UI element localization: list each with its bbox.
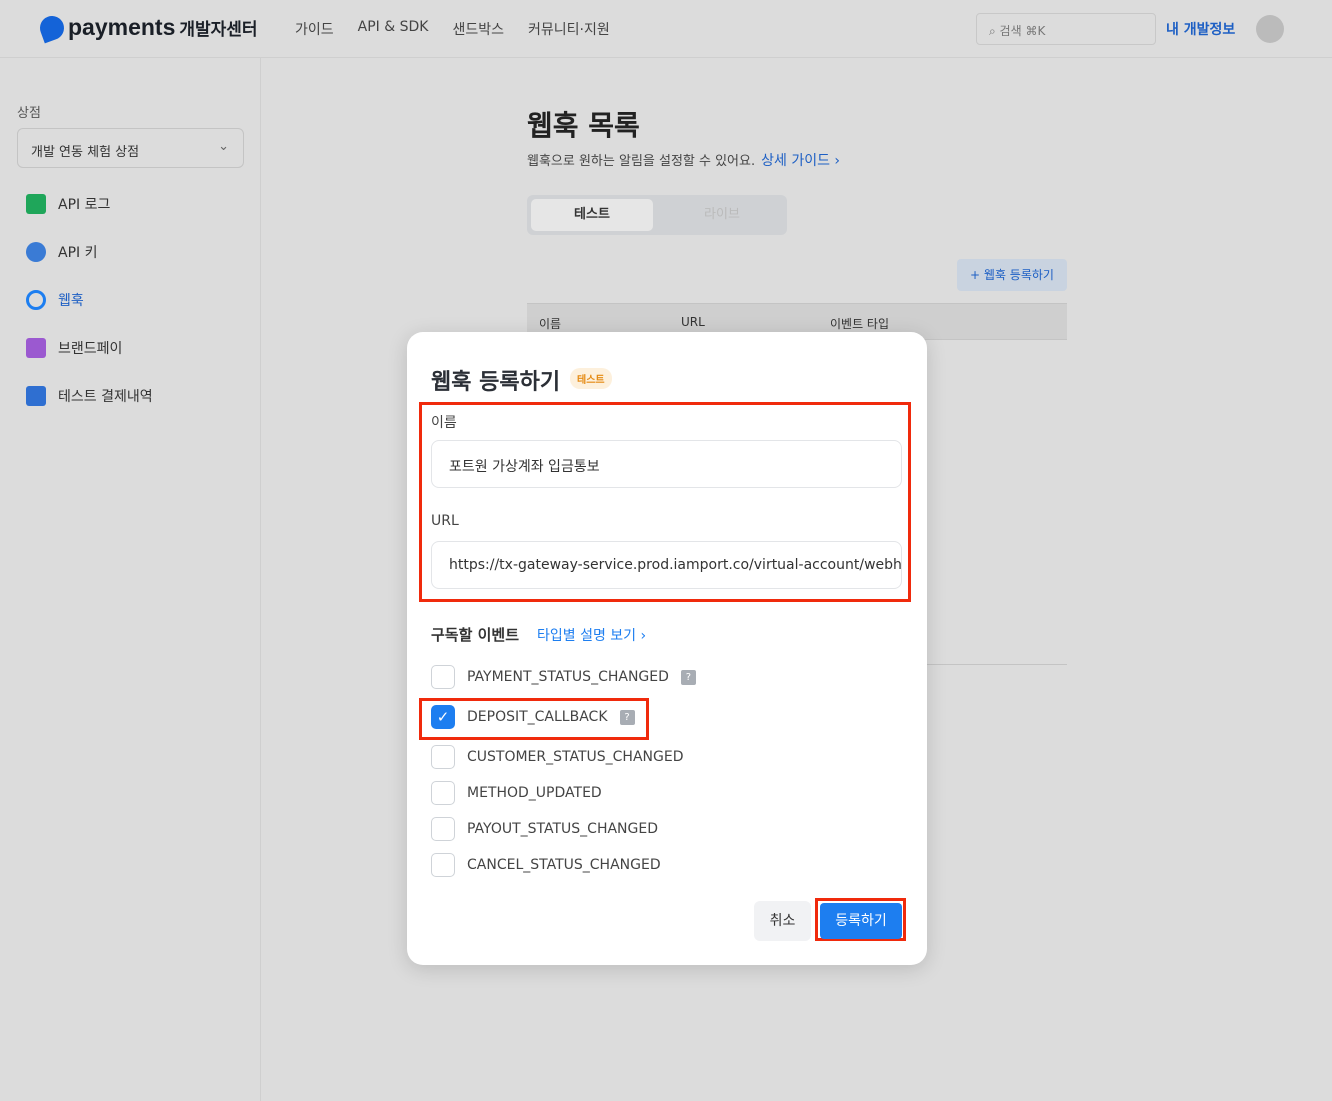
sidebar-item-api-log[interactable]: API 로그 <box>26 194 110 214</box>
main-nav: 가이드 API & SDK 샌드박스 커뮤니티·지원 <box>295 19 610 39</box>
submit-button[interactable]: 등록하기 <box>820 903 902 939</box>
sidebar-item-test-payments[interactable]: 테스트 결제내역 <box>26 386 153 406</box>
register-webhook-modal: 웹훅 등록하기 테스트 이름 포트원 가상계좌 입금통보 URL https:/… <box>407 332 927 965</box>
url-label: URL <box>431 513 459 529</box>
logo-mark-icon <box>36 12 68 43</box>
event-payout-status-changed[interactable]: PAYOUT_STATUS_CHANGED <box>431 817 658 841</box>
nav-sandbox[interactable]: 샌드박스 <box>452 19 504 39</box>
env-tabs: 테스트 라이브 <box>527 195 787 235</box>
search-icon: ⌕ <box>989 24 1000 38</box>
event-method-updated[interactable]: METHOD_UPDATED <box>431 781 602 805</box>
cancel-button[interactable]: 취소 <box>754 901 811 941</box>
tab-test[interactable]: 테스트 <box>531 199 653 231</box>
sidebar-item-label: 브랜드페이 <box>58 341 123 357</box>
brandpay-icon <box>26 338 46 358</box>
sidebar-item-label: API 로그 <box>58 197 111 213</box>
check-icon: ✓ <box>436 708 450 726</box>
page-subtitle: 웹훅으로 원하는 알림을 설정할 수 있어요. 상세 가이드 › <box>527 150 840 170</box>
modal-title: 웹훅 등록하기 <box>431 370 561 395</box>
event-types-link[interactable]: 타입별 설명 보기 › <box>537 625 646 645</box>
receipt-icon <box>26 386 46 406</box>
divider <box>927 664 1067 665</box>
event-customer-status-changed[interactable]: CUSTOMER_STATUS_CHANGED <box>431 745 684 769</box>
event-deposit-callback[interactable]: ✓ DEPOSIT_CALLBACK? <box>431 705 635 729</box>
event-payment-status-changed[interactable]: PAYMENT_STATUS_CHANGED? <box>431 665 696 689</box>
top-bar: payments 개발자센터 가이드 API & SDK 샌드박스 커뮤니티·지… <box>0 0 1332 58</box>
sidebar-item-label: API 키 <box>58 245 98 261</box>
column-url: URL <box>681 315 705 329</box>
events-label: 구독할 이벤트 <box>431 626 520 644</box>
name-label: 이름 <box>431 415 457 431</box>
avatar[interactable] <box>1256 15 1284 43</box>
help-icon[interactable]: ? <box>619 709 635 725</box>
search-placeholder: 검색 ⌘K <box>999 24 1046 38</box>
checkbox-checked[interactable]: ✓ <box>431 705 455 729</box>
store-value: 개발 연동 체험 상점 <box>31 145 140 160</box>
log-icon <box>26 194 46 214</box>
checkbox[interactable] <box>431 781 455 805</box>
sidebar-item-api-key[interactable]: API 키 <box>26 242 97 262</box>
add-webhook-button[interactable]: + 웹훅 등록하기 <box>957 259 1067 291</box>
sidebar-item-webhook[interactable]: 웹훅 <box>26 290 84 310</box>
event-label: CUSTOMER_STATUS_CHANGED <box>467 749 684 765</box>
nav-api-sdk[interactable]: API & SDK <box>358 19 429 39</box>
logo[interactable]: payments 개발자센터 <box>36 12 258 43</box>
nav-community[interactable]: 커뮤니티·지원 <box>528 19 610 39</box>
nav-guide[interactable]: 가이드 <box>295 19 334 39</box>
name-input[interactable]: 포트원 가상계좌 입금통보 <box>431 440 902 488</box>
column-name: 이름 <box>539 317 562 331</box>
sidebar-item-label: 웹훅 <box>58 293 84 309</box>
env-badge: 테스트 <box>570 368 612 389</box>
key-icon <box>26 242 46 262</box>
sync-icon <box>26 290 46 310</box>
store-label: 상점 <box>17 106 41 121</box>
sidebar-item-label: 테스트 결제내역 <box>58 389 153 405</box>
my-info-link[interactable]: 내 개발정보 <box>1166 19 1235 39</box>
tab-live[interactable]: 라이브 <box>661 199 783 231</box>
event-label: PAYMENT_STATUS_CHANGED <box>467 669 669 685</box>
search-input[interactable]: ⌕ 검색 ⌘K <box>976 13 1156 45</box>
logo-subtext: 개발자센터 <box>179 20 258 40</box>
logo-text: payments <box>68 14 176 40</box>
page-title: 웹훅 목록 <box>527 109 640 142</box>
event-label: CANCEL_STATUS_CHANGED <box>467 857 661 873</box>
event-label: DEPOSIT_CALLBACK <box>467 709 608 725</box>
guide-link[interactable]: 상세 가이드 › <box>761 153 840 169</box>
store-select[interactable]: 개발 연동 체험 상점 ⌄ <box>17 128 244 168</box>
event-label: METHOD_UPDATED <box>467 785 602 801</box>
event-cancel-status-changed[interactable]: CANCEL_STATUS_CHANGED <box>431 853 661 877</box>
checkbox[interactable] <box>431 817 455 841</box>
event-label: PAYOUT_STATUS_CHANGED <box>467 821 658 837</box>
checkbox[interactable] <box>431 853 455 877</box>
checkbox[interactable] <box>431 665 455 689</box>
sidebar: 상점 개발 연동 체험 상점 ⌄ API 로그 API 키 웹훅 브랜드페이 테스… <box>0 58 261 1101</box>
chevron-down-icon: ⌄ <box>218 139 229 154</box>
url-input[interactable]: https://tx-gateway-service.prod.iamport.… <box>431 541 902 589</box>
subtitle-text: 웹훅으로 원하는 알림을 설정할 수 있어요. <box>527 154 756 169</box>
column-event-type: 이벤트 타입 <box>830 317 890 331</box>
sidebar-item-brandpay[interactable]: 브랜드페이 <box>26 338 122 358</box>
help-icon[interactable]: ? <box>680 669 696 685</box>
checkbox[interactable] <box>431 745 455 769</box>
